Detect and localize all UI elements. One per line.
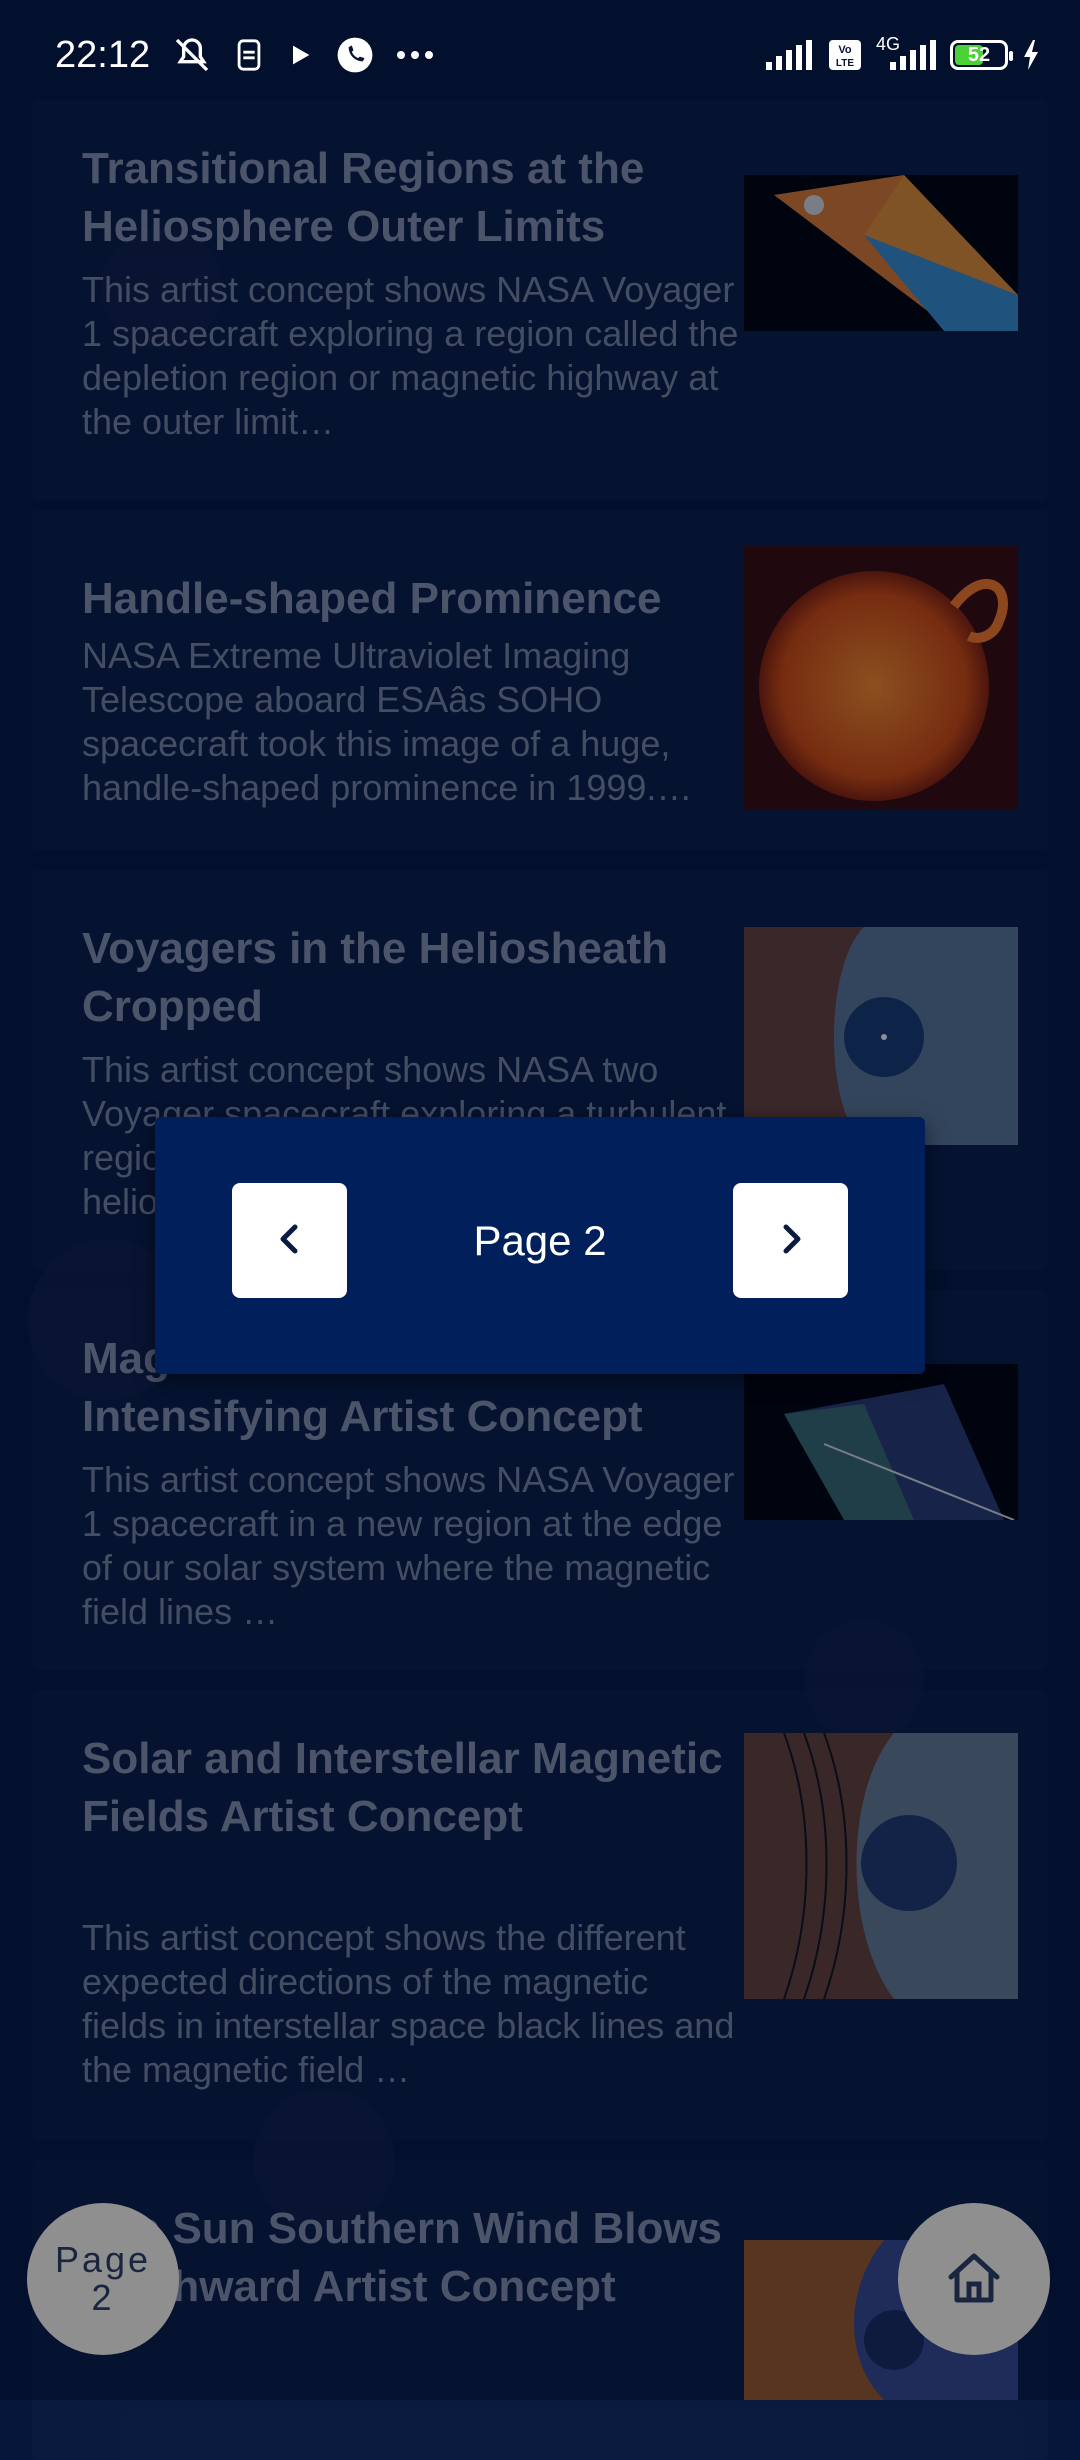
home-icon	[945, 2251, 1003, 2308]
more-icon	[396, 50, 434, 60]
signal-4g-icon: 4G	[876, 34, 936, 70]
status-bar: 22:12 Vo LTE 4G 52	[0, 0, 1080, 110]
battery-level: 52	[967, 43, 991, 66]
page-indicator-button[interactable]: Page 2	[27, 2203, 179, 2355]
phone-icon	[336, 36, 374, 74]
signal-icon	[766, 40, 814, 70]
page-indicator-line1: Page	[54, 2239, 152, 2280]
pagination-dialog: Page 2	[155, 1117, 925, 1374]
volte-icon: Vo LTE	[828, 39, 862, 71]
svg-text:Vo: Vo	[838, 44, 852, 56]
network-label: 4G	[876, 34, 901, 54]
home-button[interactable]	[898, 2203, 1050, 2355]
mute-icon	[172, 35, 212, 75]
svg-text:LTE: LTE	[836, 58, 854, 69]
charging-icon	[1022, 40, 1040, 70]
next-page-button[interactable]	[733, 1183, 848, 1298]
status-left: 22:12	[55, 34, 434, 77]
status-right: Vo LTE 4G 52	[766, 34, 1040, 71]
play-icon	[286, 41, 314, 69]
chevron-right-icon	[776, 1219, 806, 1262]
battery-icon: 52	[950, 40, 1013, 70]
sim-icon	[234, 38, 264, 72]
page-indicator-text: Page 2	[55, 2241, 151, 2317]
status-time: 22:12	[55, 33, 151, 76]
page-indicator-line2: 2	[91, 2277, 115, 2318]
